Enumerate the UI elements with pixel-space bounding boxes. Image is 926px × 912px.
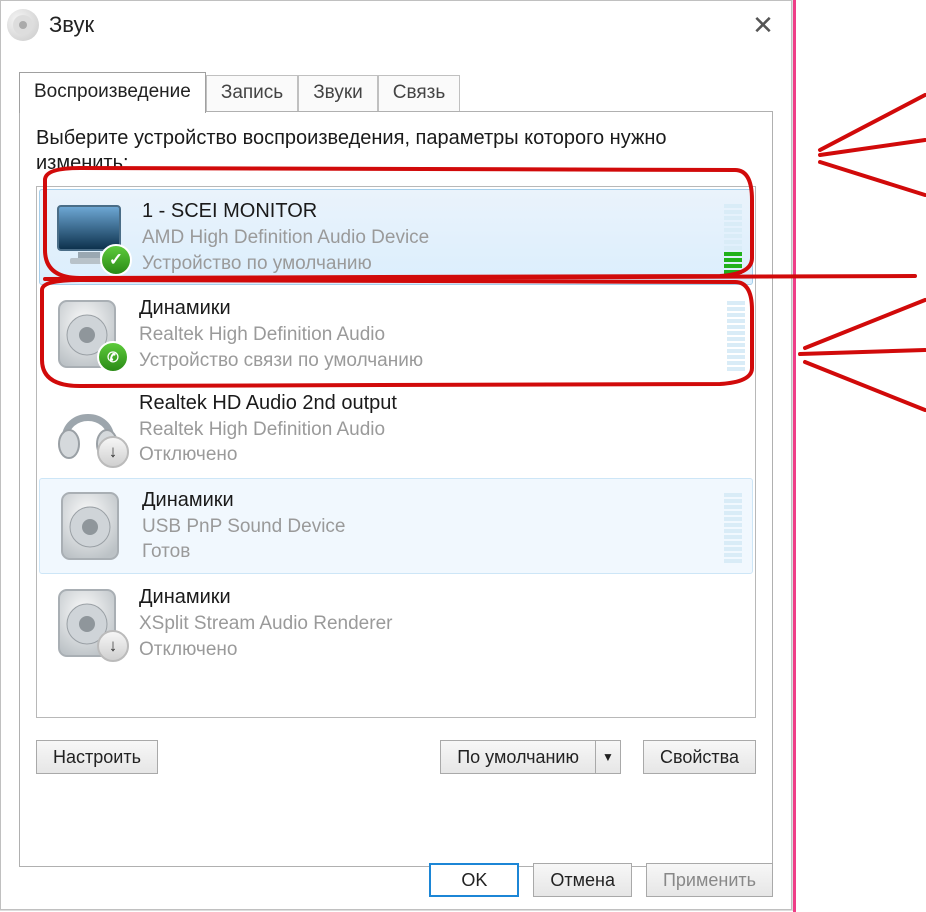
- tab-sounds[interactable]: Звуки: [298, 75, 378, 112]
- device-text: 1 - SCEI MONITORAMD High Definition Audi…: [134, 198, 714, 276]
- app-icon: [7, 9, 39, 41]
- device-item[interactable]: ✆ДинамикиRealtek High Definition AudioУс…: [37, 287, 755, 381]
- device-text: ДинамикиUSB PnP Sound DeviceГотов: [134, 487, 714, 565]
- device-title: Realtek HD Audio 2nd output: [139, 390, 745, 417]
- sound-dialog: Звук ✕ Воспроизведение Запись Звуки Связ…: [0, 0, 792, 910]
- annotation-crop-line: [793, 0, 796, 912]
- set-default-button[interactable]: По умолчанию ▼: [440, 740, 621, 774]
- default-check-icon: ✓: [100, 244, 132, 276]
- tab-communications[interactable]: Связь: [378, 75, 461, 112]
- tab-playback[interactable]: Воспроизведение: [19, 72, 206, 113]
- set-default-label: По умолчанию: [441, 741, 595, 773]
- device-button-row: Настроить По умолчанию ▼ Свойства: [36, 740, 756, 774]
- configure-button[interactable]: Настроить: [36, 740, 158, 774]
- device-subtitle: XSplit Stream Audio Renderer: [139, 611, 745, 637]
- volume-meter: [727, 297, 745, 371]
- dialog-button-row: OK Отмена Применить: [429, 863, 773, 897]
- device-status: Отключено: [139, 442, 745, 468]
- device-subtitle: Realtek High Definition Audio: [139, 417, 745, 443]
- speaker-icon: ✆: [45, 295, 131, 373]
- volume-meter: [724, 200, 742, 274]
- speaker-icon: ↓: [45, 584, 131, 662]
- device-item[interactable]: ↓ДинамикиXSplit Stream Audio RendererОтк…: [37, 576, 755, 670]
- device-subtitle: AMD High Definition Audio Device: [142, 225, 714, 251]
- device-item[interactable]: ↓Realtek HD Audio 2nd outputRealtek High…: [37, 382, 755, 476]
- instructions-text: Выберите устройство воспроизведения, пар…: [36, 126, 756, 176]
- device-item[interactable]: ✓1 - SCEI MONITORAMD High Definition Aud…: [39, 189, 753, 285]
- device-status: Устройство связи по умолчанию: [139, 348, 717, 374]
- device-text: Realtek HD Audio 2nd outputRealtek High …: [131, 390, 745, 468]
- device-status: Отключено: [139, 637, 745, 663]
- close-icon: ✕: [752, 10, 774, 41]
- device-item[interactable]: ДинамикиUSB PnP Sound DeviceГотов: [39, 478, 753, 574]
- device-title: Динамики: [142, 487, 714, 514]
- titlebar[interactable]: Звук ✕: [1, 1, 791, 49]
- tab-recording[interactable]: Запись: [206, 75, 298, 112]
- cancel-button[interactable]: Отмена: [533, 863, 632, 897]
- ok-button[interactable]: OK: [429, 863, 519, 897]
- device-title: Динамики: [139, 295, 717, 322]
- device-title: 1 - SCEI MONITOR: [142, 198, 714, 225]
- tab-strip: Воспроизведение Запись Звуки Связь: [19, 71, 773, 111]
- device-title: Динамики: [139, 584, 745, 611]
- apply-button[interactable]: Применить: [646, 863, 773, 897]
- device-status: Готов: [142, 539, 714, 565]
- device-subtitle: Realtek High Definition Audio: [139, 322, 717, 348]
- monitor-icon: ✓: [48, 198, 134, 276]
- headphones-icon: ↓: [45, 390, 131, 468]
- properties-button[interactable]: Свойства: [643, 740, 756, 774]
- window-title: Звук: [49, 12, 741, 38]
- playback-device-list[interactable]: ✓1 - SCEI MONITORAMD High Definition Aud…: [36, 186, 756, 718]
- device-subtitle: USB PnP Sound Device: [142, 514, 714, 540]
- tab-content: Выберите устройство воспроизведения, пар…: [19, 111, 773, 867]
- volume-meter: [724, 489, 742, 563]
- device-text: ДинамикиXSplit Stream Audio RendererОткл…: [131, 584, 745, 662]
- device-status: Устройство по умолчанию: [142, 251, 714, 277]
- device-text: ДинамикиRealtek High Definition AudioУст…: [131, 295, 717, 373]
- chevron-down-icon[interactable]: ▼: [595, 741, 620, 773]
- speaker-icon: [48, 487, 134, 565]
- disabled-arrow-icon: ↓: [97, 436, 129, 468]
- close-button[interactable]: ✕: [741, 3, 785, 47]
